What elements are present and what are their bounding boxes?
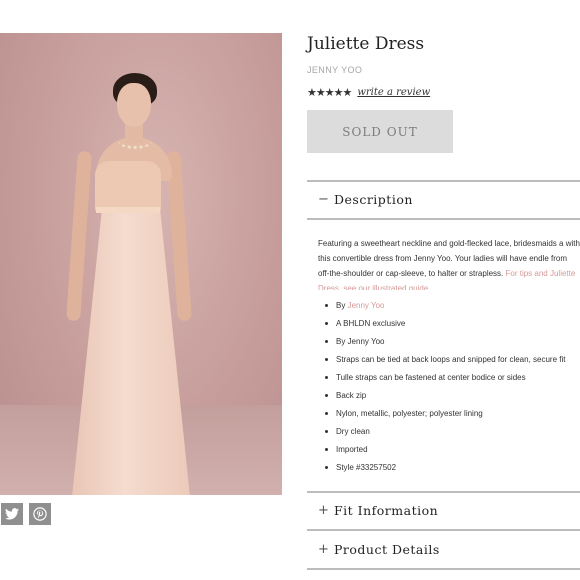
twitter-share-button[interactable] (1, 503, 23, 525)
list-item: Imported (324, 444, 580, 462)
list-item: By Jenny Yoo (324, 336, 580, 354)
fit-information-heading: Fit Information (334, 503, 439, 518)
twitter-icon (5, 508, 19, 520)
write-review-link[interactable]: write a review (357, 87, 430, 98)
divider (307, 218, 580, 220)
photo-face (117, 83, 151, 127)
description-toggle[interactable]: − Description (318, 192, 413, 207)
plus-icon: + (318, 542, 330, 557)
list-item: Straps can be tied at back loops and sni… (324, 354, 580, 372)
feature-list: By Jenny Yoo A BHLDN exclusive By Jenny … (324, 300, 580, 480)
plus-icon: + (318, 503, 330, 518)
rating-row: ★★★★★ write a review (307, 86, 430, 99)
photo-arm-left (66, 150, 92, 322)
list-item: Style #33257502 (324, 462, 580, 480)
divider (307, 180, 580, 182)
list-item: Back zip (324, 390, 580, 408)
designer-link[interactable]: Jenny Yoo (348, 301, 385, 310)
fit-information-toggle[interactable]: + Fit Information (318, 503, 438, 518)
pinterest-share-button[interactable] (29, 503, 51, 525)
list-item: Nylon, metallic, polyester; polyester li… (324, 408, 580, 426)
product-details-toggle[interactable]: + Product Details (318, 542, 440, 557)
product-image[interactable] (0, 33, 282, 495)
photo-necklace (118, 133, 152, 149)
list-item: By Jenny Yoo (324, 300, 580, 318)
rating-stars: ★★★★★ (307, 87, 352, 99)
brand-name[interactable]: JENNY YOO (307, 65, 362, 75)
pinterest-icon (33, 507, 47, 521)
description-text: Featuring a sweetheart neckline and gold… (318, 236, 580, 290)
list-item: Tulle straps can be fastened at center b… (324, 372, 580, 390)
minus-icon: − (318, 192, 330, 207)
sold-out-button: SOLD OUT (307, 110, 453, 153)
divider (307, 491, 580, 493)
list-item-prefix: By (336, 301, 348, 310)
photo-belt (96, 207, 160, 213)
list-item: A BHLDN exclusive (324, 318, 580, 336)
list-item: Dry clean (324, 426, 580, 444)
divider (307, 529, 580, 531)
photo-bodice (95, 161, 161, 211)
description-heading: Description (334, 192, 413, 207)
product-title: Juliette Dress (307, 34, 425, 54)
divider (307, 568, 580, 570)
product-details-heading: Product Details (334, 542, 440, 557)
